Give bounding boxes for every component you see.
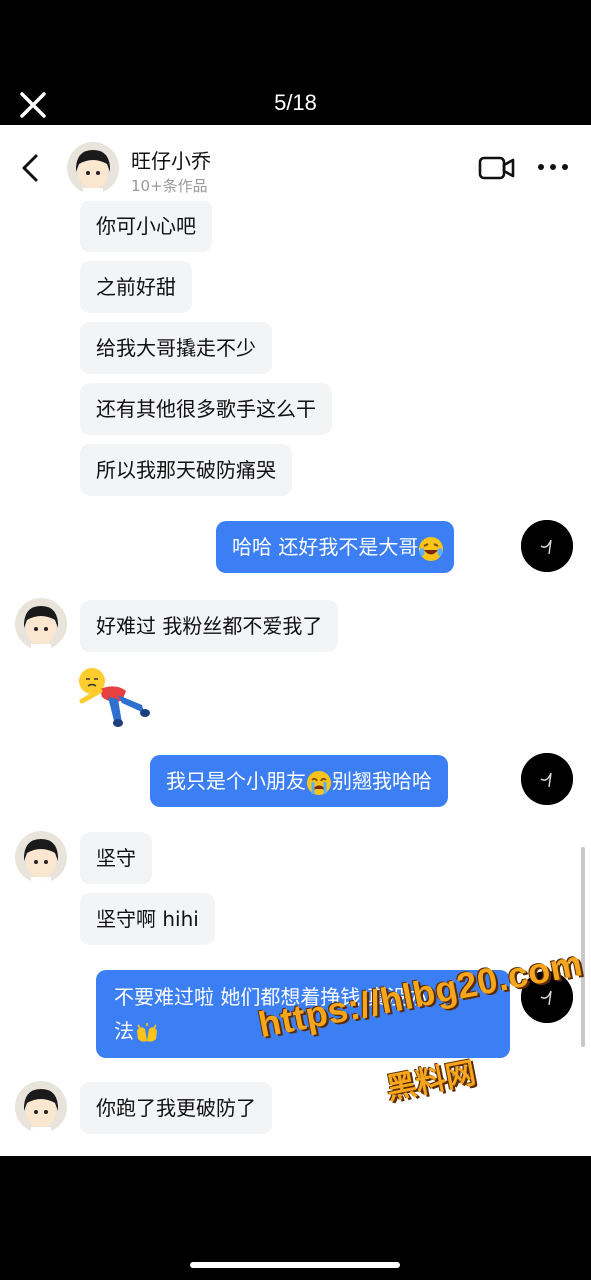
laughing-tears-emoji bbox=[419, 536, 444, 561]
message-bubble-outgoing[interactable]: 哈哈 还好我不是大哥 bbox=[216, 521, 455, 573]
scrollbar[interactable] bbox=[581, 847, 585, 1047]
crying-emoji bbox=[307, 770, 331, 795]
message-bubble[interactable]: 坚守 bbox=[80, 832, 152, 884]
message-bubble[interactable]: 所以我那天破防痛哭 bbox=[80, 444, 292, 496]
lying-down-sticker[interactable] bbox=[78, 665, 152, 729]
message-bubble[interactable]: 还有其他很多歌手这么干 bbox=[80, 383, 332, 435]
message-text: 别翘我哈哈 bbox=[332, 769, 432, 793]
message-bubble[interactable]: 好难过 我粉丝都不爱我了 bbox=[80, 600, 339, 652]
self-avatar[interactable] bbox=[521, 753, 573, 805]
message-text: 哈哈 还好我不是大哥 bbox=[232, 535, 419, 559]
message-text: 我只是个小朋友 bbox=[166, 769, 306, 793]
message-bubble-outgoing[interactable]: 我只是个小朋友 别翘我哈哈 bbox=[150, 755, 448, 807]
avatar[interactable] bbox=[15, 598, 67, 650]
image-viewer-bar: 5/18 bbox=[0, 0, 591, 125]
video-call-icon[interactable] bbox=[478, 153, 516, 183]
message-bubble[interactable]: 之前好甜 bbox=[80, 261, 192, 313]
more-icon[interactable] bbox=[536, 159, 570, 175]
self-avatar[interactable] bbox=[521, 520, 573, 572]
chat-header: 旺仔小乔 10+条作品 bbox=[0, 125, 591, 201]
chat-screen: 旺仔小乔 10+条作品 你可小心吧 之前好甜 给我大哥撬走不少 还有其他很多歌手… bbox=[0, 125, 591, 1156]
message-bubble[interactable]: 你跑了我更破防了 bbox=[80, 1082, 272, 1134]
avatar[interactable] bbox=[67, 142, 119, 194]
contact-subtitle: 10+条作品 bbox=[131, 177, 208, 195]
message-bubble[interactable]: 你可小心吧 bbox=[80, 200, 212, 252]
message-text: 法 bbox=[114, 1019, 134, 1043]
message-bubble[interactable]: 给我大哥撬走不少 bbox=[80, 322, 272, 374]
avatar[interactable] bbox=[15, 831, 67, 883]
avatar[interactable] bbox=[15, 1081, 67, 1133]
clapping-hands-emoji bbox=[137, 1022, 157, 1042]
home-indicator[interactable] bbox=[190, 1262, 400, 1268]
contact-name: 旺仔小乔 bbox=[131, 149, 211, 173]
back-icon[interactable] bbox=[18, 153, 42, 183]
image-counter: 5/18 bbox=[274, 90, 317, 115]
message-bubble[interactable]: 坚守啊 hihi bbox=[80, 893, 215, 945]
